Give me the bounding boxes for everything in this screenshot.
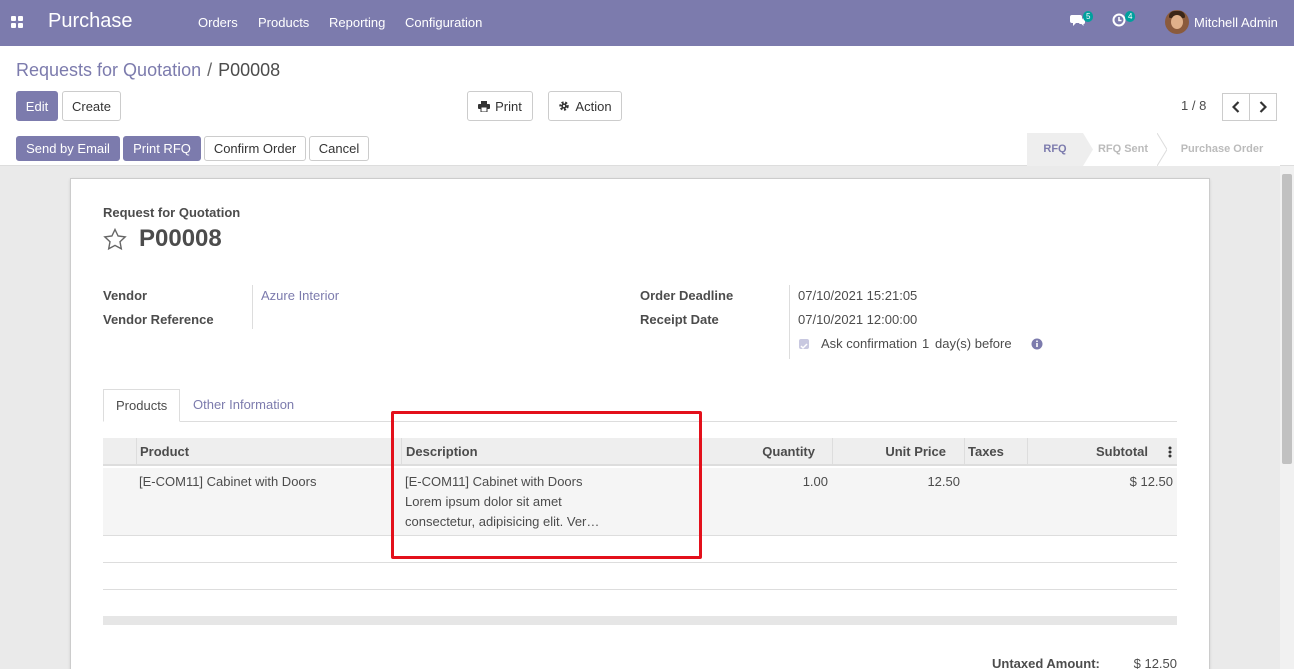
status-rfq[interactable]: RFQ [1027,133,1083,166]
menu-configuration[interactable]: Configuration [405,15,482,30]
menu-orders[interactable]: Orders [198,15,238,30]
scrollbar-thumb[interactable] [1282,174,1292,464]
confirm-order-label: Confirm Order [213,141,297,156]
app-brand[interactable]: Purchase [48,10,133,33]
menu-reporting[interactable]: Reporting [329,15,385,30]
pager-previous[interactable] [1222,93,1250,121]
print-rfq-label: Print RFQ [133,141,191,156]
cell-unit-price[interactable]: 12.50 [927,474,960,489]
top-navbar: Purchase Orders Products Reporting Confi… [0,0,1294,46]
user-menu[interactable]: Mitchell Admin [1194,15,1278,30]
statusbar: RFQ RFQ Sent Purchase Order [1027,133,1280,166]
tab-products[interactable]: Products [103,389,181,422]
column-taxes[interactable]: Taxes [968,444,1004,459]
receipt-date-field[interactable]: 07/10/2021 12:00:00 [798,312,917,327]
column-divider [964,438,965,466]
send-by-email-label: Send by Email [26,141,110,156]
activities-systray[interactable]: 4 [1112,11,1136,30]
record-name: P00008 [139,225,222,252]
cell-subtotal[interactable]: $ 12.50 [1130,474,1173,489]
control-panel: Requests for Quotation / P00008 Edit Creat… [0,46,1294,166]
column-quantity[interactable]: Quantity [762,444,815,459]
clock-icon [1112,13,1126,27]
apps-menu-icon[interactable] [11,16,23,28]
check-icon [800,343,808,350]
doc-type-label: Request for Quotation [103,205,241,220]
send-by-email-button[interactable]: Send by Email [16,136,120,161]
column-divider [136,438,137,466]
ask-confirmation-suffix: day(s) before [935,336,1012,351]
table-footer [103,616,1177,625]
cell-quantity[interactable]: 1.00 [803,474,828,489]
untaxed-amount-value: $ 12.50 [1133,656,1177,669]
messages-systray[interactable]: 5 [1070,11,1094,30]
activities-badge: 4 [1125,11,1136,22]
field-divider [252,285,253,329]
untaxed-amount-label: Untaxed Amount: [992,656,1100,669]
column-subtotal[interactable]: Subtotal [1096,444,1148,459]
breadcrumb-parent[interactable]: Requests for Quotation [16,60,201,80]
description-highlight-box [391,411,702,559]
status-rfq-sent[interactable]: RFQ Sent [1089,133,1157,166]
info-icon[interactable] [1031,338,1043,350]
print-button-label: Print [495,98,522,114]
empty-row [103,590,1177,617]
action-button[interactable]: Action [548,91,622,121]
status-purchase-order[interactable]: Purchase Order [1169,133,1275,166]
avatar[interactable] [1165,10,1189,34]
pager-value[interactable]: 1 / 8 [1181,98,1206,113]
menu-products[interactable]: Products [258,15,309,30]
cell-product[interactable]: [E-COM11] Cabinet with Doors [139,474,317,489]
vendor-field[interactable]: Azure Interior [261,288,339,303]
messages-badge: 5 [1083,11,1094,22]
edit-button[interactable]: Edit [16,91,58,121]
action-button-label: Action [575,98,612,114]
pager-next[interactable] [1249,93,1277,121]
scrollbar[interactable] [1280,166,1294,669]
breadcrumb-separator: / [207,60,213,80]
vendor-label: Vendor [103,288,148,303]
field-divider [789,285,790,359]
ask-confirmation-label: Ask confirmation [821,336,918,351]
print-rfq-button[interactable]: Print RFQ [123,136,201,161]
cancel-button-label: Cancel [318,141,360,156]
optional-columns-icon[interactable] [1168,446,1172,458]
gear-icon [559,101,570,111]
column-divider [832,438,833,466]
star-icon[interactable] [103,228,127,251]
breadcrumb: Requests for Quotation / P00008 [16,60,280,81]
confirm-order-button[interactable]: Confirm Order [204,136,306,161]
chevron-right-icon [1259,101,1267,113]
edit-button-label: Edit [25,98,49,114]
cancel-button[interactable]: Cancel [309,136,369,161]
create-button[interactable]: Create [62,91,121,121]
ask-confirmation-days[interactable]: 1 [922,336,929,351]
breadcrumb-current: P00008 [218,60,281,80]
chevron-left-icon [1232,101,1240,113]
print-button[interactable]: Print [467,91,533,121]
create-button-label: Create [71,98,112,114]
column-divider [1027,438,1028,466]
receipt-date-label: Receipt Date [640,312,719,327]
tab-other-information[interactable]: Other Information [181,389,306,422]
vendor-ref-label: Vendor Reference [103,312,214,327]
print-icon [478,100,491,112]
ask-confirmation-checkbox[interactable] [799,339,809,350]
order-deadline-field[interactable]: 07/10/2021 15:21:05 [798,288,917,303]
order-deadline-label: Order Deadline [640,288,734,303]
status-arrow-icon [1157,133,1167,166]
column-product[interactable]: Product [140,444,189,459]
column-unit-price[interactable]: Unit Price [885,444,946,459]
empty-row [103,563,1177,590]
